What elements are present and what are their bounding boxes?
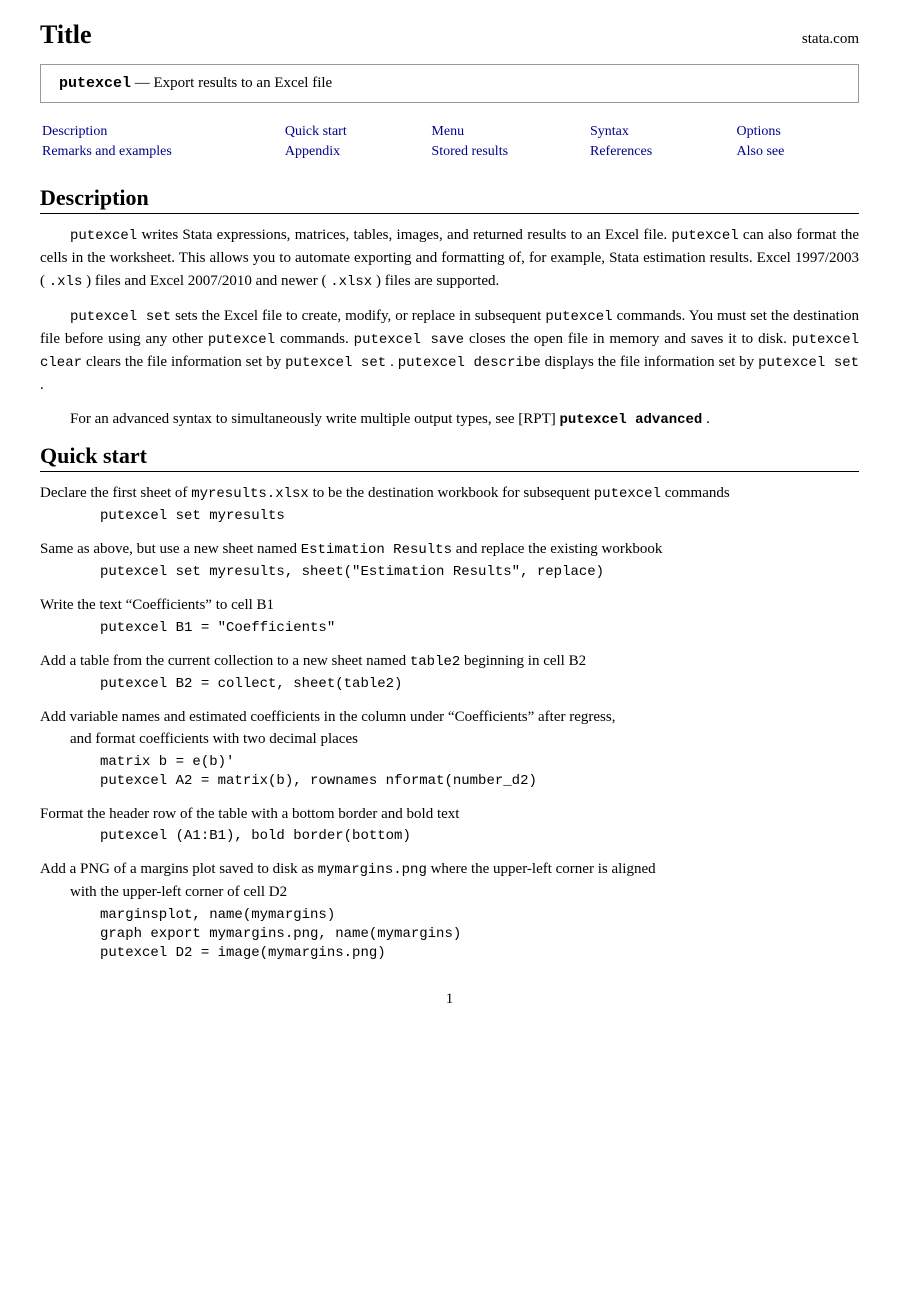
description-section: Description putexcel writes Stata expres…: [40, 185, 859, 431]
qs1-mono1: myresults.xlsx: [191, 486, 309, 502]
page-title: Title: [40, 20, 92, 50]
nav-table: Description Quick start Menu Syntax Opti…: [40, 121, 859, 163]
qs-item-5-code2: putexcel A2 = matrix(b), rownames nforma…: [100, 773, 859, 789]
nav-quickstart[interactable]: Quick start: [285, 124, 347, 139]
description-para2: putexcel set sets the Excel file to crea…: [40, 305, 859, 397]
desc-p3-t1: For an advanced syntax to simultaneously…: [70, 411, 560, 427]
desc-p1-mono4: .xlsx: [330, 274, 372, 290]
nav-references[interactable]: References: [590, 144, 652, 159]
command-description: Export results to an Excel file: [154, 75, 333, 91]
desc-p2-m6: putexcel set: [285, 355, 386, 371]
qs-item-3: Write the text “Coefficients” to cell B1…: [40, 594, 859, 636]
quickstart-section: Quick start Declare the first sheet of m…: [40, 443, 859, 961]
qs-item-3-code: putexcel B1 = "Coefficients": [100, 620, 859, 636]
qs7-desc-cont: with the upper-left corner of cell D2: [40, 884, 287, 900]
desc-p2-t7: displays the file information set by: [545, 354, 758, 370]
desc-p2-m1: putexcel set: [70, 309, 171, 325]
desc-p1-text4: ) files are supported.: [376, 273, 499, 289]
desc-p2-m8: putexcel set: [758, 355, 859, 371]
qs2-mono1: Estimation Results: [301, 542, 452, 558]
qs-item-7-code3: putexcel D2 = image(mymargins.png): [100, 945, 859, 961]
desc-p2-m3: putexcel: [208, 332, 275, 348]
desc-p2-t3: commands.: [280, 331, 354, 347]
description-para3: For an advanced syntax to simultaneously…: [40, 408, 859, 431]
qs1-mono2: putexcel: [594, 486, 661, 502]
desc-p1-text3: ) files and Excel 2007/2010 and newer (: [86, 273, 326, 289]
qs-item-2-code: putexcel set myresults, sheet("Estimatio…: [100, 564, 859, 580]
nav-options[interactable]: Options: [737, 124, 781, 139]
desc-p3-t2: .: [706, 411, 710, 427]
qs-item-6: Format the header row of the table with …: [40, 803, 859, 845]
qs7-mono1: mymargins.png: [318, 862, 427, 878]
brand: stata.com: [802, 31, 859, 48]
qs-item-5-desc: Add variable names and estimated coeffic…: [40, 706, 859, 751]
quickstart-heading: Quick start: [40, 443, 859, 472]
qs-item-4-code: putexcel B2 = collect, sheet(table2): [100, 676, 859, 692]
qs-item-6-desc: Format the header row of the table with …: [40, 803, 859, 826]
qs-item-2-desc: Same as above, but use a new sheet named…: [40, 538, 859, 561]
desc-p2-t4: closes the open file in memory and saves…: [469, 331, 792, 347]
page: Title stata.com putexcel — Export result…: [0, 0, 899, 1315]
command-name: putexcel: [59, 75, 131, 92]
nav-also-see[interactable]: Also see: [737, 144, 785, 159]
description-heading: Description: [40, 185, 859, 214]
qs-item-4: Add a table from the current collection …: [40, 650, 859, 692]
qs-item-7: Add a PNG of a margins plot saved to dis…: [40, 858, 859, 961]
qs5-desc-cont: and format coefficients with two decimal…: [40, 731, 358, 747]
nav-remarks[interactable]: Remarks and examples: [42, 144, 172, 159]
desc-p3-boldmono: putexcel advanced: [560, 412, 703, 428]
qs-item-5-code1: matrix b = e(b)': [100, 754, 859, 770]
desc-p2-m7: putexcel describe: [398, 355, 541, 371]
qs-item-4-desc: Add a table from the current collection …: [40, 650, 859, 673]
command-box: putexcel — Export results to an Excel fi…: [40, 64, 859, 103]
desc-p1-text1: writes Stata expressions, matrices, tabl…: [142, 227, 672, 243]
qs-item-1-desc: Declare the first sheet of myresults.xls…: [40, 482, 859, 505]
description-para1: putexcel writes Stata expressions, matri…: [40, 224, 859, 293]
desc-p2-t6: .: [390, 354, 398, 370]
command-dash: —: [135, 75, 150, 91]
nav-description[interactable]: Description: [42, 124, 107, 139]
desc-p2-t8: .: [40, 377, 44, 393]
qs-item-7-code2: graph export mymargins.png, name(mymargi…: [100, 926, 859, 942]
desc-p2-m2: putexcel: [545, 309, 612, 325]
qs4-mono1: table2: [410, 654, 460, 670]
desc-p1-mono1: putexcel: [70, 228, 137, 244]
page-number: 1: [40, 991, 859, 1008]
nav-syntax[interactable]: Syntax: [590, 124, 629, 139]
qs-item-3-desc: Write the text “Coefficients” to cell B1: [40, 594, 859, 617]
desc-p2-t5: clears the file information set by: [86, 354, 285, 370]
nav-appendix[interactable]: Appendix: [285, 144, 340, 159]
nav-menu[interactable]: Menu: [431, 124, 464, 139]
desc-p2-m4: putexcel save: [354, 332, 464, 348]
qs-item-2: Same as above, but use a new sheet named…: [40, 538, 859, 580]
qs-item-1-code: putexcel set myresults: [100, 508, 859, 524]
title-bar: Title stata.com: [40, 20, 859, 50]
qs-item-6-code: putexcel (A1:B1), bold border(bottom): [100, 828, 859, 844]
desc-p1-mono3: .xls: [49, 274, 83, 290]
desc-p1-mono2: putexcel: [671, 228, 738, 244]
nav-stored-results[interactable]: Stored results: [431, 144, 508, 159]
desc-p2-t1: sets the Excel file to create, modify, o…: [175, 308, 545, 324]
qs-item-5: Add variable names and estimated coeffic…: [40, 706, 859, 789]
qs-item-7-desc: Add a PNG of a margins plot saved to dis…: [40, 858, 859, 904]
qs-item-7-code1: marginsplot, name(mymargins): [100, 907, 859, 923]
qs-item-1: Declare the first sheet of myresults.xls…: [40, 482, 859, 524]
